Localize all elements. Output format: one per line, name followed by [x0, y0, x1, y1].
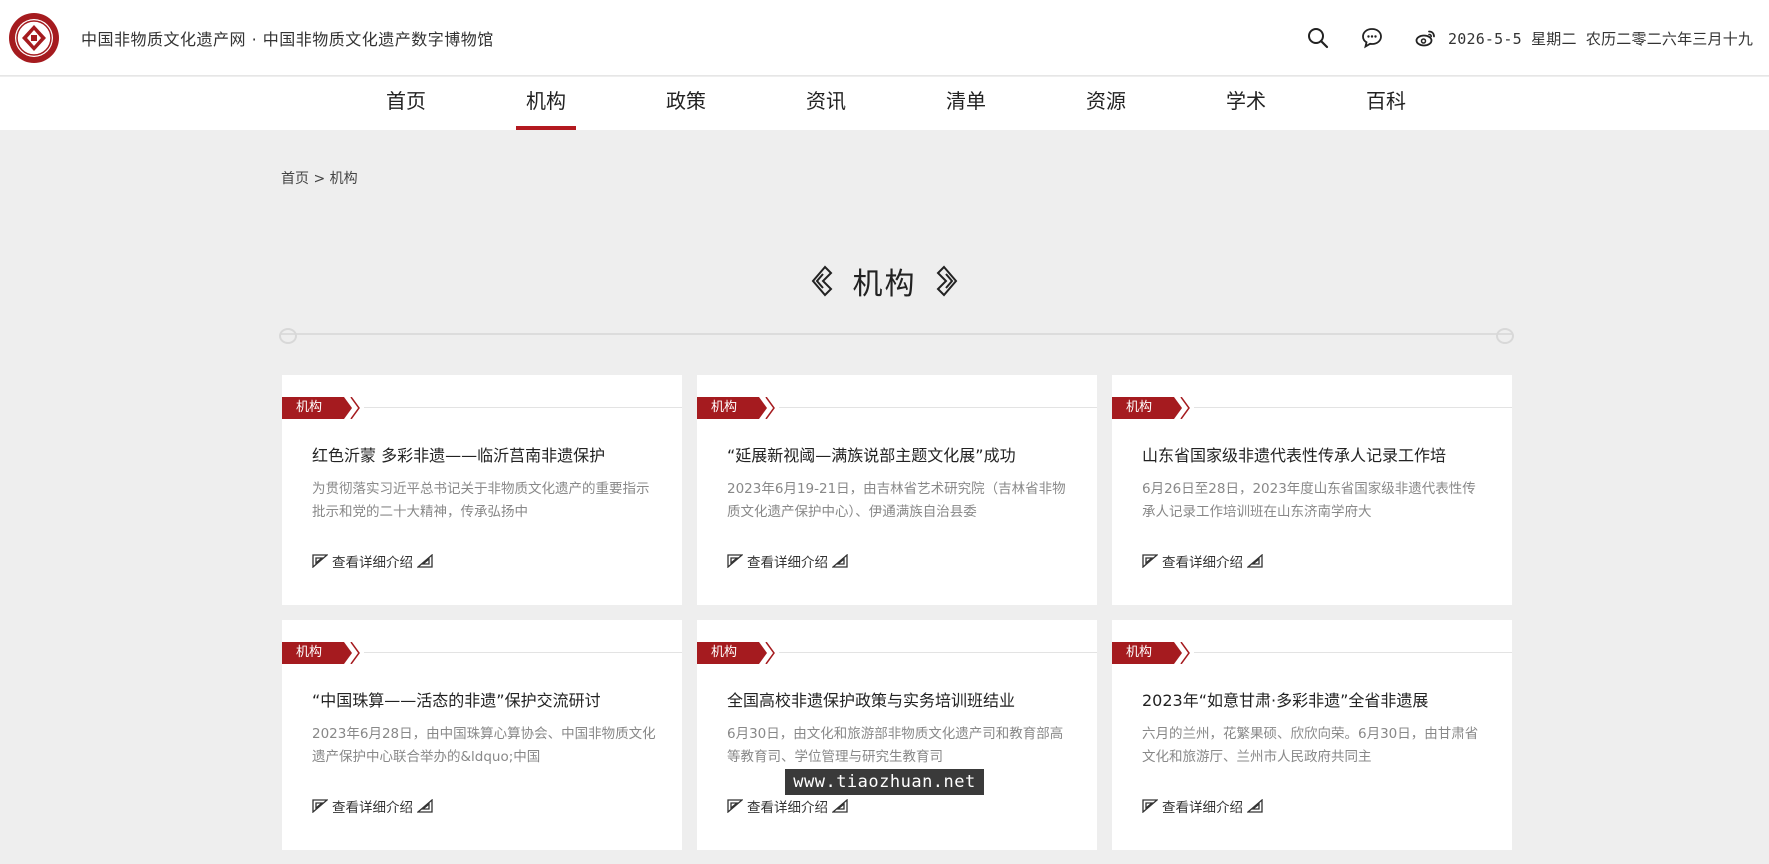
nav-item-policy[interactable]: 政策	[646, 77, 726, 130]
view-details-link[interactable]: 查看详细介绍	[727, 796, 848, 816]
nav-item-academic[interactable]: 学术	[1206, 77, 1286, 130]
category-tag: 机构	[282, 642, 364, 664]
nav-item-institutions[interactable]: 机构	[506, 77, 586, 130]
search-icon[interactable]	[1306, 26, 1330, 50]
category-tag: 机构	[282, 397, 364, 419]
nav-item-encyclopedia[interactable]: 百科	[1346, 77, 1426, 130]
view-details-link[interactable]: 查看详细介绍	[312, 796, 433, 816]
ornament-right-icon	[417, 799, 433, 813]
right-ornament-icon	[936, 265, 957, 297]
ornament-right-icon	[1247, 799, 1263, 813]
date-display: 2026-5-5 星期二 农历二零二六年三月十九	[1448, 30, 1754, 48]
ornament-right-icon	[1247, 554, 1263, 568]
article-card[interactable]: 机构 全国高校非遗保护政策与实务培训班结业 6月30日，由文化和旅游部非物质文化…	[697, 620, 1097, 850]
article-card[interactable]: 机构 红色沂蒙 多彩非遗——临沂莒南非遗保护 为贯彻落实习近平总书记关于非物质文…	[282, 375, 682, 605]
card-description: 六月的兰州，花繁果硕、欣欣向荣。6月30日，由甘肃省文化和旅游厅、兰州市人民政府…	[1142, 726, 1479, 765]
section-title: 机构	[852, 267, 917, 302]
card-description: 2023年6月19-21日，由吉林省艺术研究院（吉林省非物质文化遗产保护中心）、…	[727, 481, 1066, 520]
nav-item-list[interactable]: 清单	[926, 77, 1006, 130]
card-title[interactable]: “中国珠算——活态的非遗”保护交流研讨	[312, 687, 652, 711]
ornament-left-icon	[1142, 554, 1158, 568]
site-title[interactable]: 中国非物质文化遗产网 · 中国非物质文化遗产数字博物馆	[81, 26, 494, 50]
article-card[interactable]: 机构 山东省国家级非遗代表性传承人记录工作培 6月26日至28日，2023年度山…	[1112, 375, 1512, 605]
category-tag: 机构	[697, 397, 779, 419]
ornament-left-icon	[1142, 799, 1158, 813]
card-title[interactable]: 2023年“如意甘肃·多彩非遗”全省非遗展	[1142, 687, 1482, 711]
section-divider	[279, 328, 1514, 344]
article-card[interactable]: 机构 “中国珠算——活态的非遗”保护交流研讨 2023年6月28日，由中国珠算心…	[282, 620, 682, 850]
ornament-right-icon	[832, 799, 848, 813]
card-description: 为贯彻落实习近平总书记关于非物质文化遗产的重要指示批示和党的二十大精神，传承弘扬…	[312, 481, 650, 520]
breadcrumb-separator: >	[313, 171, 326, 187]
ornament-right-icon	[417, 554, 433, 568]
nav-item-home[interactable]: 首页	[366, 77, 446, 130]
card-description: 6月26日至28日，2023年度山东省国家级非遗代表性传承人记录工作培训班在山东…	[1142, 481, 1476, 520]
category-tag: 机构	[1112, 397, 1194, 419]
view-details-link[interactable]: 查看详细介绍	[1142, 796, 1263, 816]
watermark: www.tiaozhuan.net	[785, 769, 984, 795]
ornament-left-icon	[727, 554, 743, 568]
card-title[interactable]: 全国高校非遗保护政策与实务培训班结业	[727, 687, 1067, 711]
nav-item-news[interactable]: 资讯	[786, 77, 866, 130]
weibo-icon[interactable]	[1414, 26, 1438, 50]
main-nav: 首页 机构 政策 资讯 清单 资源 学术 百科	[0, 77, 1769, 130]
view-details-link[interactable]: 查看详细介绍	[727, 551, 848, 571]
ornament-right-icon	[832, 554, 848, 568]
left-ornament-icon	[812, 265, 833, 297]
ornament-left-icon	[312, 554, 328, 568]
card-description: 6月30日，由文化和旅游部非物质文化遗产司和教育部高等教育司、学位管理与研究生教…	[727, 726, 1064, 765]
breadcrumb: 首页 > 机构	[281, 168, 358, 188]
top-bar: 中国非物质文化遗产网 · 中国非物质文化遗产数字博物馆 2026-5-5 星期二…	[0, 0, 1769, 76]
card-title[interactable]: 山东省国家级非遗代表性传承人记录工作培	[1142, 442, 1482, 466]
breadcrumb-current: 机构	[329, 171, 358, 187]
article-card[interactable]: 机构 “延展新视阈—满族说部主题文化展”成功 2023年6月19-21日，由吉林…	[697, 375, 1097, 605]
card-title[interactable]: “延展新视阈—满族说部主题文化展”成功	[727, 442, 1067, 466]
ornament-left-icon	[727, 799, 743, 813]
category-tag: 机构	[697, 642, 779, 664]
breadcrumb-home[interactable]: 首页	[281, 171, 309, 187]
ornament-left-icon	[312, 799, 328, 813]
site-logo[interactable]	[8, 12, 60, 64]
article-card[interactable]: 机构 2023年“如意甘肃·多彩非遗”全省非遗展 六月的兰州，花繁果硕、欣欣向荣…	[1112, 620, 1512, 850]
chat-icon[interactable]	[1360, 26, 1384, 50]
category-tag: 机构	[1112, 642, 1194, 664]
card-title[interactable]: 红色沂蒙 多彩非遗——临沂莒南非遗保护	[312, 442, 652, 466]
card-description: 2023年6月28日，由中国珠算心算协会、中国非物质文化遗产保护中心联合举办的&…	[312, 726, 656, 765]
view-details-link[interactable]: 查看详细介绍	[1142, 551, 1263, 571]
view-details-link[interactable]: 查看详细介绍	[312, 551, 433, 571]
section-header: 机构	[0, 259, 1769, 303]
nav-item-resources[interactable]: 资源	[1066, 77, 1146, 130]
